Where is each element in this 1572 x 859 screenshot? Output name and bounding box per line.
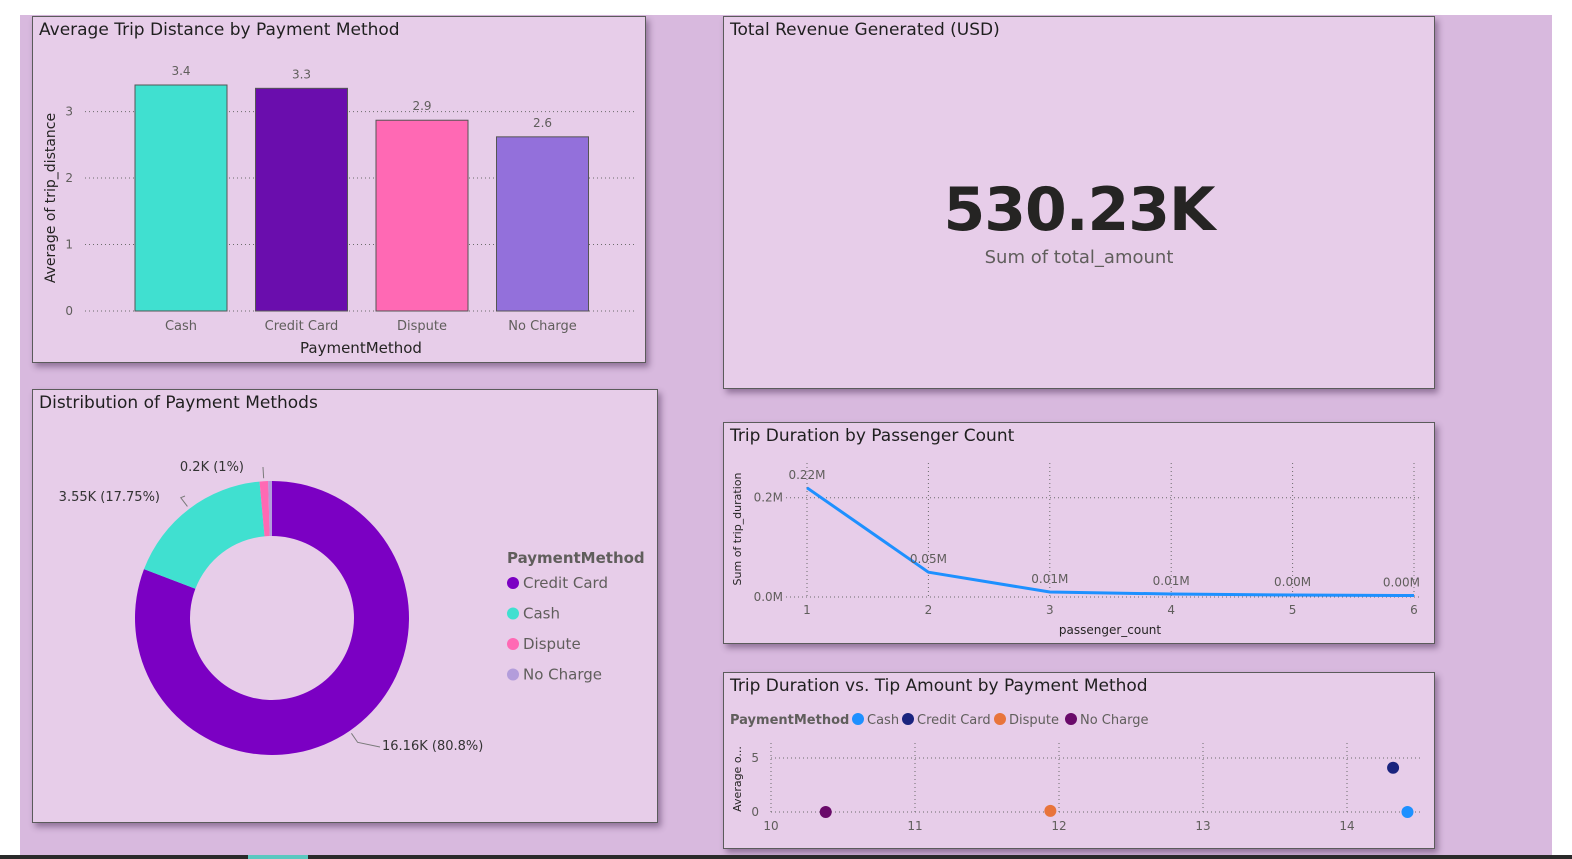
point-data-label: 0.00M xyxy=(1383,576,1420,590)
kpi-value: 530.23K xyxy=(943,175,1215,245)
leader-line xyxy=(262,466,265,479)
legend-marker xyxy=(507,638,519,650)
leader-line xyxy=(179,495,188,507)
y-tick-label: 1 xyxy=(65,238,73,252)
y-tick-label: 3 xyxy=(65,105,73,119)
y-tick-label: 0.2M xyxy=(754,491,783,505)
y-axis-title: Average of trip_distance xyxy=(43,113,59,283)
slice-data-label: 3.55K (17.75%) xyxy=(59,490,160,505)
legend-item: Credit Card xyxy=(523,574,608,592)
legend-item: Credit Card xyxy=(917,713,991,728)
bar-data-label: 3.3 xyxy=(292,67,311,81)
x-tick-label: 14 xyxy=(1339,819,1354,833)
series-line xyxy=(806,486,1415,598)
bar-data-label: 2.6 xyxy=(533,116,552,130)
bar xyxy=(255,87,348,312)
bar-chart-card[interactable]: Average Trip Distance by Payment Method … xyxy=(32,16,646,363)
slice-data-label: 16.16K (80.8%) xyxy=(382,739,483,754)
point-data-label: 0.05M xyxy=(910,552,947,566)
legend-marker xyxy=(507,668,519,681)
point-data-label: 0.01M xyxy=(1031,572,1068,586)
leader-line xyxy=(351,733,381,748)
x-tick-label: 3 xyxy=(1046,603,1054,617)
x-tick-label: 5 xyxy=(1289,603,1297,617)
y-axis-title: Average o... xyxy=(731,746,744,812)
x-tick-label: 1 xyxy=(803,603,811,617)
x-tick-label: 2 xyxy=(925,603,933,617)
x-tick-label: 10 xyxy=(763,819,778,833)
point-data-label: 0.22M xyxy=(788,468,825,482)
donut-chart: 16.16K (80.8%) 3.55K (17.75%) 0.2K (1%) Pay… xyxy=(59,460,645,755)
x-axis-title: PaymentMethod xyxy=(300,339,422,357)
donut-chart-card[interactable]: Distribution of Payment Methods 16.16K (… xyxy=(32,389,658,823)
x-axis-title: passenger_count xyxy=(1059,623,1162,637)
line-chart: 1 2 3 4 5 6 0.0M 0.2M 0.22M 0.05M 0.01M 0.01M 0.00M 0… xyxy=(731,463,1422,637)
donut-slice xyxy=(143,481,265,589)
kpi-subtitle: Sum of total_amount xyxy=(984,247,1174,268)
point-data-label: 0.01M xyxy=(1153,574,1190,588)
x-tick-label: Dispute xyxy=(397,319,447,334)
slice-data-label: 0.2K (1%) xyxy=(180,460,244,475)
legend-title: PaymentMethod xyxy=(507,549,645,567)
legend-marker xyxy=(994,713,1006,725)
scatter-chart: PaymentMethod Cash Credit Card Dispute No Ch… xyxy=(730,713,1422,833)
page-tab-indicator xyxy=(248,855,308,859)
scatter-point xyxy=(1044,804,1057,817)
legend-marker xyxy=(902,713,914,725)
kpi-card[interactable]: Total Revenue Generated (USD) 530.23K Su… xyxy=(723,16,1435,389)
bar xyxy=(496,136,589,312)
legend-title: PaymentMethod xyxy=(730,713,849,728)
scatter-point xyxy=(1401,806,1414,818)
x-tick-label: Credit Card xyxy=(265,319,339,334)
legend-item: Dispute xyxy=(1009,713,1059,728)
bar-data-label: 3.4 xyxy=(171,64,190,78)
x-tick-label: 13 xyxy=(1195,819,1210,833)
x-tick-label: No Charge xyxy=(508,319,576,334)
legend-marker xyxy=(1065,713,1077,725)
kpi-title: Total Revenue Generated (USD) xyxy=(730,20,1000,40)
y-tick-label: 0 xyxy=(65,304,73,318)
y-axis-title: Sum of trip_duration xyxy=(731,473,744,586)
bar-chart: 0 1 2 3 3.4 Cash 3.3 Credit Card 2.9 Dispute 2.6 No… xyxy=(43,64,635,357)
report-canvas: Average Trip Distance by Payment Method … xyxy=(20,15,1552,859)
line-chart-card[interactable]: Trip Duration by Passenger Count 1234560… xyxy=(723,422,1435,644)
legend-item: Cash xyxy=(523,605,560,623)
scatter-chart-card[interactable]: Trip Duration vs. Tip Amount by Payment … xyxy=(723,672,1435,849)
x-tick-label: 6 xyxy=(1410,603,1418,617)
legend-item: Cash xyxy=(867,713,899,728)
bar-data-label: 2.9 xyxy=(412,99,431,113)
legend-marker xyxy=(852,713,864,725)
x-tick-label: Cash xyxy=(165,319,197,334)
x-tick-label: 4 xyxy=(1167,603,1175,617)
y-tick-label: 2 xyxy=(65,171,73,185)
x-tick-label: 12 xyxy=(1051,819,1066,833)
legend-item: No Charge xyxy=(523,666,602,684)
y-tick-label: 5 xyxy=(751,751,759,765)
legend-item: Dispute xyxy=(523,635,581,653)
bar xyxy=(134,84,228,312)
y-tick-label: 0 xyxy=(751,805,759,819)
y-tick-label: 0.0M xyxy=(754,590,783,604)
bottom-bar xyxy=(0,855,1572,859)
scatter-point xyxy=(1387,761,1400,774)
legend-marker xyxy=(507,607,519,620)
bar xyxy=(375,119,469,312)
legend-marker xyxy=(507,577,519,589)
x-tick-label: 11 xyxy=(907,819,922,833)
legend-item: No Charge xyxy=(1080,713,1148,728)
point-data-label: 0.00M xyxy=(1274,575,1311,589)
scatter-point xyxy=(819,806,832,818)
